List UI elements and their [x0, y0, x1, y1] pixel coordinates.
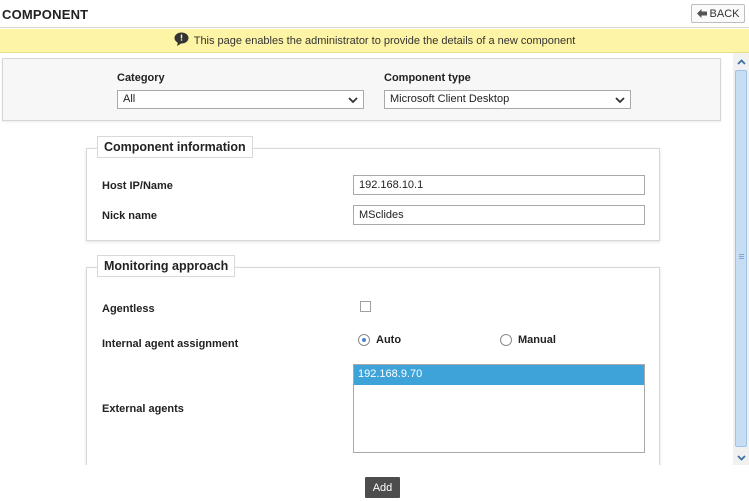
back-arrow-icon [696, 9, 707, 18]
grip-icon [739, 254, 744, 255]
nick-name-input[interactable] [353, 205, 645, 225]
external-agent-item[interactable]: 192.168.9.70 [354, 365, 644, 385]
monitoring-approach-section: Monitoring approach Agentless Internal a… [86, 255, 660, 465]
scrollbar-thumb[interactable] [735, 70, 747, 447]
category-select-value: All [123, 93, 136, 105]
back-button-label: BACK [709, 7, 740, 20]
component-type-label: Component type [384, 72, 471, 84]
manual-radio-label: Manual [518, 334, 556, 346]
agentless-label: Agentless [102, 303, 155, 315]
category-label: Category [117, 72, 165, 84]
chevron-down-icon [736, 450, 746, 464]
component-type-select-value: Microsoft Client Desktop [390, 93, 510, 105]
agentless-checkbox[interactable] [360, 301, 371, 312]
category-select[interactable]: All [117, 90, 364, 109]
monitoring-approach-legend: Monitoring approach [97, 255, 236, 277]
filter-panel: Category All Component type Microsoft Cl… [2, 58, 721, 121]
chevron-up-icon [736, 54, 746, 68]
add-button[interactable]: Add [365, 477, 400, 498]
add-button-label: Add [372, 481, 393, 494]
internal-agent-assignment-label: Internal agent assignment [102, 338, 239, 350]
auto-radio[interactable]: Auto [358, 334, 401, 346]
manual-radio[interactable]: Manual [500, 334, 556, 346]
page-title: COMPONENT [2, 7, 89, 22]
external-agents-list[interactable]: 192.168.9.70 [353, 364, 645, 453]
chevron-down-icon [615, 95, 625, 107]
component-information-section: Component information Host IP/Name Nick … [86, 136, 660, 241]
chevron-down-icon [348, 95, 358, 107]
component-information-legend: Component information [97, 136, 253, 158]
host-ip-input[interactable] [353, 175, 645, 195]
nick-name-label: Nick name [102, 210, 158, 222]
vertical-scrollbar[interactable] [733, 53, 749, 465]
host-ip-label: Host IP/Name [102, 180, 173, 192]
external-agents-label: External agents [102, 403, 184, 415]
page-header: COMPONENT BACK [0, 0, 749, 28]
info-bar: This page enables the administrator to p… [0, 29, 749, 53]
speech-bubble-icon [174, 32, 189, 49]
scroll-down-arrow[interactable] [733, 449, 749, 465]
radio-selected-icon [358, 334, 370, 346]
back-button[interactable]: BACK [691, 4, 745, 23]
content-area: Category All Component type Microsoft Cl… [0, 53, 733, 465]
radio-unselected-icon [500, 334, 512, 346]
scroll-up-arrow[interactable] [733, 53, 749, 69]
info-message: This page enables the administrator to p… [193, 34, 576, 47]
auto-radio-label: Auto [376, 334, 402, 346]
component-type-select[interactable]: Microsoft Client Desktop [384, 90, 631, 109]
